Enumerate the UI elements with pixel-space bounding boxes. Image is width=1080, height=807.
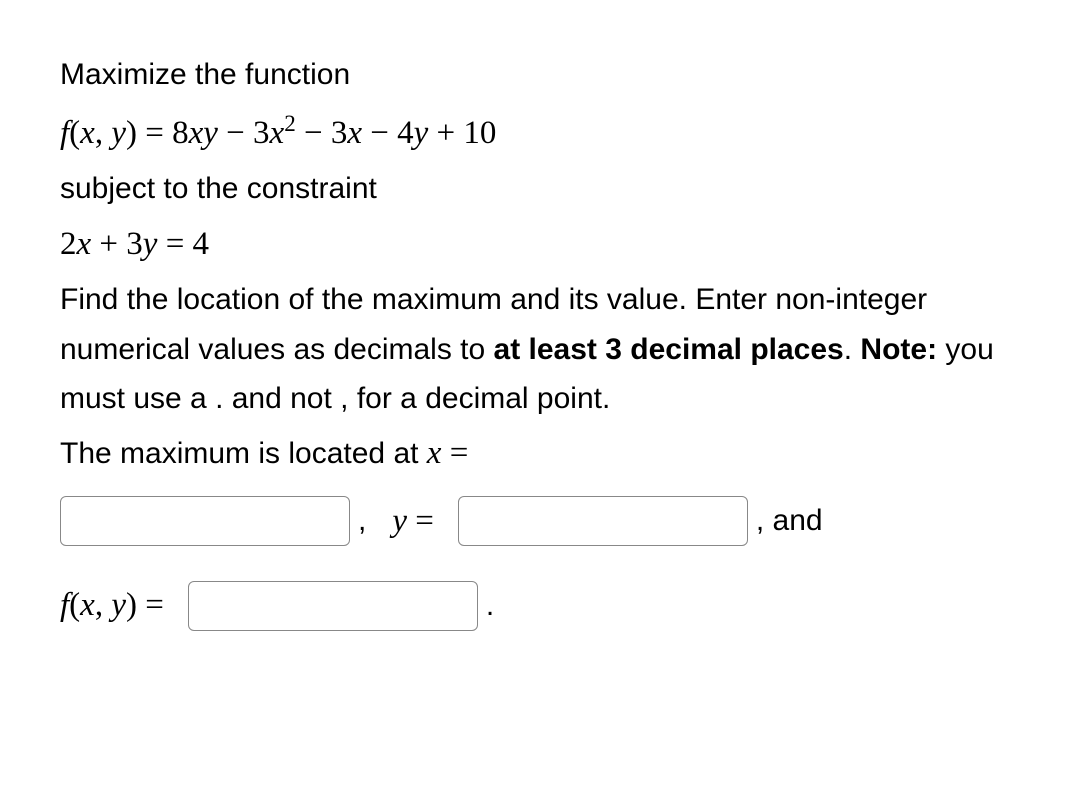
- maximum-text: The maximum is located at: [60, 437, 427, 470]
- maximum-location-text: The maximum is located at x =: [60, 426, 1032, 480]
- function-equation: f(x, y) = 8xy − 3x2 − 3x − 4y + 10: [60, 106, 1032, 159]
- period: .: [486, 581, 494, 631]
- y-input[interactable]: [458, 496, 748, 546]
- x-input[interactable]: [60, 496, 350, 546]
- y-label: y =: [392, 494, 434, 548]
- problem-content: Maximize the function f(x, y) = 8xy − 3x…: [60, 50, 1032, 633]
- instruction-bold1: at least 3 decimal places: [494, 333, 844, 366]
- instruction-part2: .: [844, 333, 861, 366]
- instruction-bold2: Note:: [860, 333, 937, 366]
- subject-text: subject to the constraint: [60, 164, 1032, 214]
- xy-input-row: , y = , and: [60, 494, 1032, 548]
- and-text: , and: [756, 496, 823, 546]
- fxy-label: f(x, y) =: [60, 578, 164, 632]
- instruction-text: Find the location of the maximum and its…: [60, 275, 1032, 424]
- fxy-input-row: f(x, y) = .: [60, 578, 1032, 632]
- intro-text: Maximize the function: [60, 50, 1032, 100]
- comma1: ,: [358, 496, 366, 546]
- fxy-input[interactable]: [188, 581, 478, 631]
- constraint-equation: 2x + 3y = 4: [60, 220, 1032, 270]
